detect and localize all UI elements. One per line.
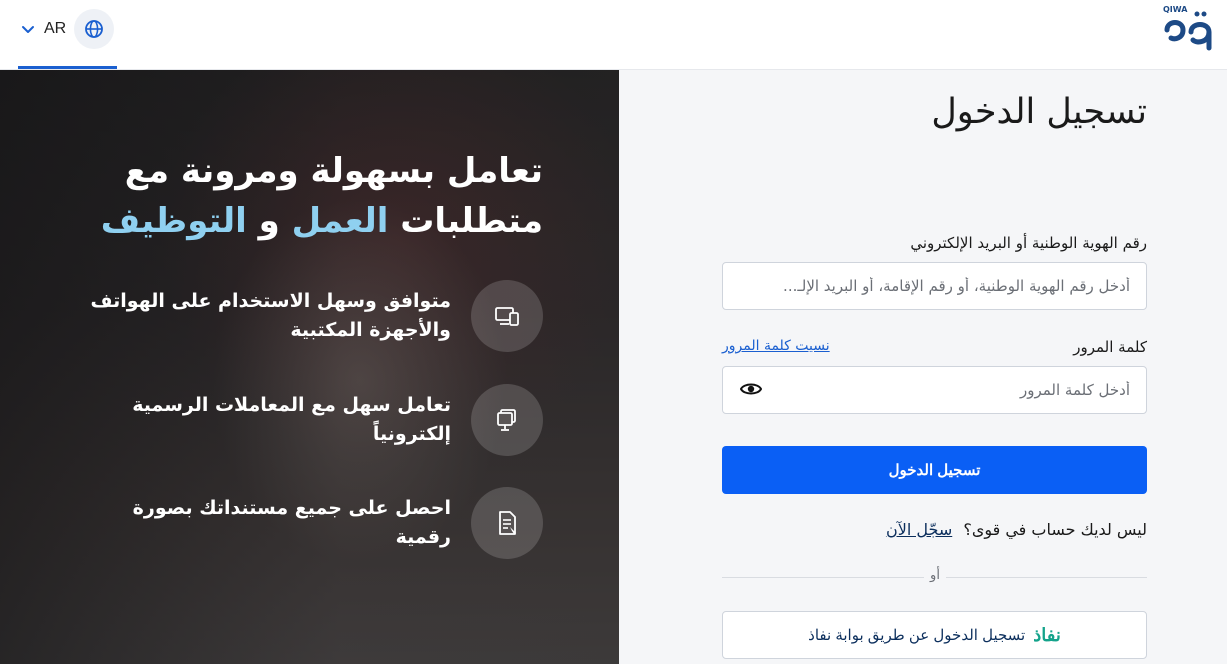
nafath-login-label: تسجيل الدخول عن طريق بوابة نفاذ bbox=[808, 627, 1026, 644]
computer-icon bbox=[471, 384, 543, 456]
password-input-wrapper[interactable] bbox=[722, 366, 1147, 414]
id-input-wrapper[interactable] bbox=[722, 262, 1147, 310]
chevron-down-icon[interactable] bbox=[18, 19, 38, 39]
id-field-label: رقم الهوية الوطنية أو البريد الإلكتروني bbox=[910, 234, 1147, 252]
devices-icon bbox=[471, 280, 543, 352]
top-header: AR QIWA bbox=[0, 0, 1227, 70]
hero-title-accent-employment: التوظيف bbox=[100, 201, 247, 241]
hero-title: تعامل بسهولة ومرونة مع متطلبات العمل و ا… bbox=[83, 146, 543, 246]
logo-wordmark: QIWA bbox=[1163, 5, 1188, 14]
no-account-text: ليس لديك حساب في قوى؟ bbox=[963, 520, 1147, 539]
password-field-label: كلمة المرور bbox=[1073, 338, 1147, 356]
login-button[interactable]: تسجيل الدخول bbox=[722, 446, 1147, 494]
language-switcher[interactable]: AR bbox=[18, 8, 115, 50]
nafath-logo: نفاذ bbox=[1033, 624, 1061, 645]
language-code[interactable]: AR bbox=[44, 20, 66, 38]
eye-icon[interactable] bbox=[740, 380, 762, 398]
forgot-password-link[interactable]: نسيت كلمة المرور bbox=[722, 338, 830, 354]
language-tab-indicator bbox=[18, 66, 117, 69]
register-prompt: ليس لديك حساب في قوى؟ سجّل الآن bbox=[886, 520, 1147, 539]
login-title: تسجيل الدخول bbox=[931, 92, 1147, 132]
document-icon bbox=[471, 487, 543, 559]
register-link[interactable]: سجّل الآن bbox=[886, 520, 952, 539]
nafath-login-button[interactable]: نفاذ تسجيل الدخول عن طريق بوابة نفاذ bbox=[722, 611, 1147, 659]
hero-title-accent-work: العمل bbox=[291, 201, 389, 241]
feature-item-devices: متوافق وسهل الاستخدام على الهواتف والأجه… bbox=[73, 280, 543, 352]
password-input[interactable] bbox=[723, 367, 1146, 413]
feature-item-documents: احصل على جميع مستنداتك بصورة رقمية bbox=[73, 487, 543, 559]
globe-button[interactable] bbox=[74, 9, 115, 49]
id-input[interactable] bbox=[723, 263, 1146, 309]
feature-text-devices: متوافق وسهل الاستخدام على الهواتف والأجه… bbox=[90, 290, 451, 341]
globe-icon bbox=[85, 20, 104, 38]
hero-panel: تعامل بسهولة ومرونة مع متطلبات العمل و ا… bbox=[0, 70, 619, 664]
feature-text-transactions: تعامل سهل مع المعاملات الرسمية إلكترونيا… bbox=[132, 394, 451, 445]
feature-item-transactions: تعامل سهل مع المعاملات الرسمية إلكترونيا… bbox=[73, 384, 543, 456]
qiwa-logo[interactable]: QIWA bbox=[1157, 2, 1219, 58]
hero-title-connector: و bbox=[258, 201, 280, 241]
feature-text-documents: احصل على جميع مستنداتك بصورة رقمية bbox=[132, 497, 451, 548]
or-divider-label: أو bbox=[924, 568, 946, 583]
